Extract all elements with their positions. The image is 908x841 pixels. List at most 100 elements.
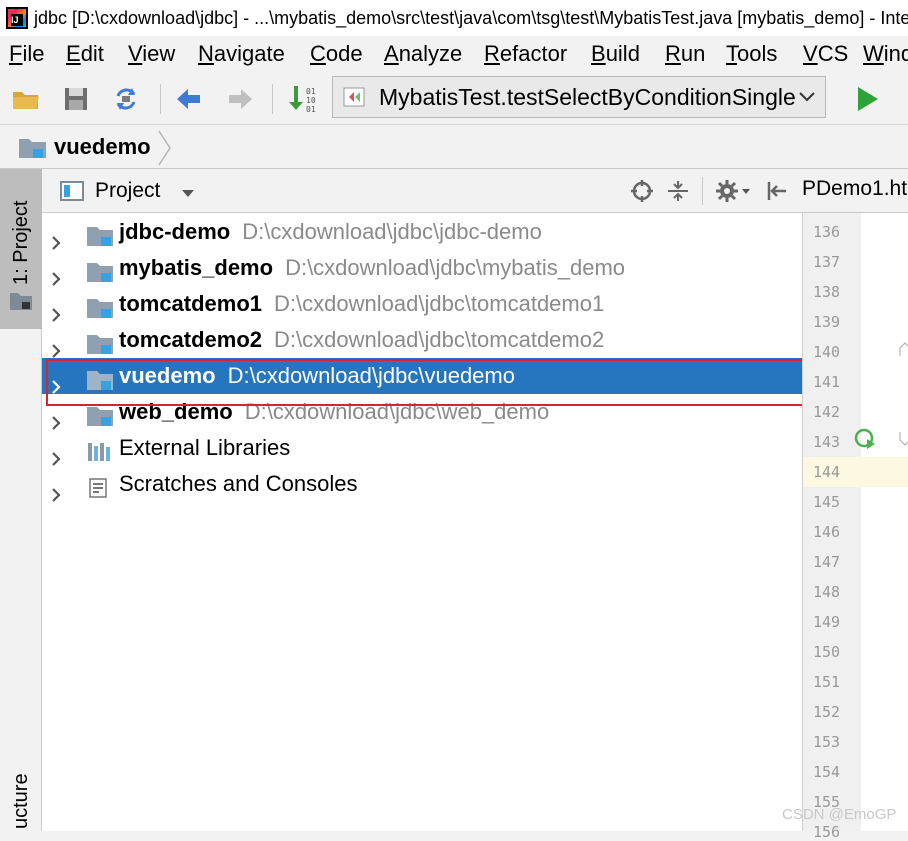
breadcrumb: vuedemo	[0, 124, 908, 169]
intellij-logo-icon: IJ	[6, 7, 28, 29]
svg-text:01: 01	[306, 105, 316, 114]
back-arrow-icon[interactable]	[173, 84, 205, 114]
tree-row[interactable]: tomcatdemo2 D:\cxdownload\jdbc\tomcatdemo…	[42, 322, 802, 358]
run-icon[interactable]	[850, 84, 882, 114]
chevron-down-icon	[797, 88, 817, 106]
menu-vcs[interactable]: VCS	[803, 36, 848, 72]
tree-item-path: D:\cxdownload\jdbc\jdbc-demo	[242, 219, 542, 244]
library-icon	[86, 438, 114, 461]
tree-item-path: D:\cxdownload\jdbc\tomcatdemo2	[274, 327, 605, 352]
menu-run[interactable]: Run	[665, 36, 705, 72]
module-folder-icon	[86, 258, 114, 282]
line-number: 138	[813, 283, 841, 301]
chevron-right-icon[interactable]	[49, 297, 63, 322]
tree-item-label: mybatis_demo D:\cxdownload\jdbc\mybatis_d…	[119, 250, 625, 286]
tree-item-label: tomcatdemo2 D:\cxdownload\jdbc\tomcatdemo…	[119, 322, 604, 358]
save-all-icon[interactable]	[60, 84, 92, 114]
menu-refactor[interactable]: Refactor	[484, 36, 567, 72]
menu-file[interactable]: File	[9, 36, 44, 72]
highlight-box	[46, 359, 859, 406]
run-configuration-select[interactable]: MybatisTest.testSelectByConditionSingle	[332, 76, 826, 118]
breadcrumb-item-vuedemo[interactable]: vuedemo	[54, 125, 151, 169]
left-tool-strip: 1: Project ucture	[0, 169, 42, 831]
tree-item-path: D:\cxdownload\jdbc\tomcatdemo1	[274, 291, 605, 316]
line-number: 144	[813, 463, 841, 481]
breadcrumb-separator-icon	[157, 129, 173, 172]
tree-item-name: mybatis_demo	[119, 255, 274, 280]
tree-item-name: Scratches and Consoles	[119, 471, 358, 496]
structure-tool-tab-label[interactable]: ucture	[10, 773, 33, 829]
chevron-right-icon[interactable]	[49, 477, 63, 502]
fold-marker-icon[interactable]	[899, 341, 908, 362]
project-tool-tab[interactable]: 1: Project	[0, 169, 42, 329]
tree-item-name: jdbc-demo	[119, 219, 231, 244]
tree-item-label: External Libraries	[119, 430, 290, 466]
menu-navigate[interactable]: Navigate	[198, 36, 285, 72]
tree-item-path: D:\cxdownload\jdbc\mybatis_demo	[285, 255, 626, 280]
line-number: 147	[813, 553, 841, 571]
svg-text:10: 10	[306, 96, 316, 105]
project-panel-header: Project	[42, 169, 802, 213]
tree-item-label: jdbc-demo D:\cxdownload\jdbc\jdbc-demo	[119, 214, 542, 250]
title-bar: IJ jdbc [D:\cxdownload\jdbc] - ...\mybat…	[0, 0, 908, 36]
chevron-right-icon[interactable]	[49, 441, 63, 466]
watermark: CSDN @EmoGP	[782, 806, 897, 823]
menu-analyze[interactable]: Analyze	[384, 36, 462, 72]
build-icon[interactable]: 01 10 01	[286, 84, 318, 114]
menu-edit[interactable]: Edit	[66, 36, 104, 72]
chevron-right-icon[interactable]	[49, 225, 63, 250]
chevron-right-icon[interactable]	[49, 405, 63, 430]
line-number: 137	[813, 253, 841, 271]
line-number: 151	[813, 673, 841, 691]
chevron-right-icon[interactable]	[49, 261, 63, 286]
locate-file-icon[interactable]	[630, 179, 654, 208]
menu-tools[interactable]: Tools	[726, 36, 777, 72]
project-tab-icon	[9, 291, 33, 316]
line-number: 141	[813, 373, 841, 391]
module-folder-icon	[86, 294, 114, 318]
tree-item-name: External Libraries	[119, 435, 291, 460]
fold-marker-icon[interactable]	[899, 431, 908, 452]
scratches-icon	[86, 474, 114, 498]
line-number: 146	[813, 523, 841, 541]
tree-row[interactable]: tomcatdemo1 D:\cxdownload\jdbc\tomcatdemo…	[42, 286, 802, 322]
line-number: 139	[813, 313, 841, 331]
tree-item-name: tomcatdemo1	[119, 291, 263, 316]
editor-gutter: 136 137 138 139 140 141 142 143 144 145 146 147 148 1…	[802, 213, 908, 841]
line-number: 140	[813, 343, 841, 361]
run-test-gutter-icon[interactable]	[853, 427, 879, 456]
junit-config-icon	[343, 87, 365, 107]
menu-code[interactable]: Code	[310, 36, 363, 72]
line-number: 152	[813, 703, 841, 721]
line-number: 136	[813, 223, 841, 241]
line-number: 148	[813, 583, 841, 601]
project-tool-tab-label: 1: Project	[10, 200, 32, 285]
module-folder-icon	[86, 330, 114, 354]
menu-build[interactable]: Build	[591, 36, 640, 72]
editor-tab[interactable]: PDemo1.ht	[802, 169, 907, 209]
module-folder-icon	[86, 222, 114, 246]
line-number: 142	[813, 403, 841, 421]
tree-row[interactable]: External Libraries	[42, 430, 802, 466]
line-number: 153	[813, 733, 841, 751]
line-number: 150	[813, 643, 841, 661]
tree-row[interactable]: mybatis_demo D:\cxdownload\jdbc\mybatis_d…	[42, 250, 802, 286]
chevron-right-icon[interactable]	[49, 333, 63, 358]
tree-row[interactable]: jdbc-demo D:\cxdownload\jdbc\jdbc-demo	[42, 214, 802, 250]
project-view-title[interactable]: Project	[95, 169, 160, 213]
sync-icon[interactable]	[110, 84, 142, 114]
line-number: 149	[813, 613, 841, 631]
open-folder-icon[interactable]	[10, 84, 42, 114]
svg-text:01: 01	[306, 87, 316, 96]
menu-bar: File Edit View Navigate Code Analyze Ref…	[0, 36, 908, 72]
gear-icon[interactable]	[715, 179, 751, 208]
forward-arrow-icon[interactable]	[224, 84, 256, 114]
view-mode-dropdown-icon[interactable]	[181, 186, 195, 204]
menu-window[interactable]: Window	[863, 36, 908, 72]
hide-panel-icon[interactable]	[766, 179, 790, 208]
tree-row[interactable]: Scratches and Consoles	[42, 466, 802, 502]
menu-view[interactable]: View	[128, 36, 175, 72]
line-number: 154	[813, 763, 841, 781]
project-view-icon	[60, 180, 84, 207]
collapse-all-icon[interactable]	[666, 179, 690, 208]
